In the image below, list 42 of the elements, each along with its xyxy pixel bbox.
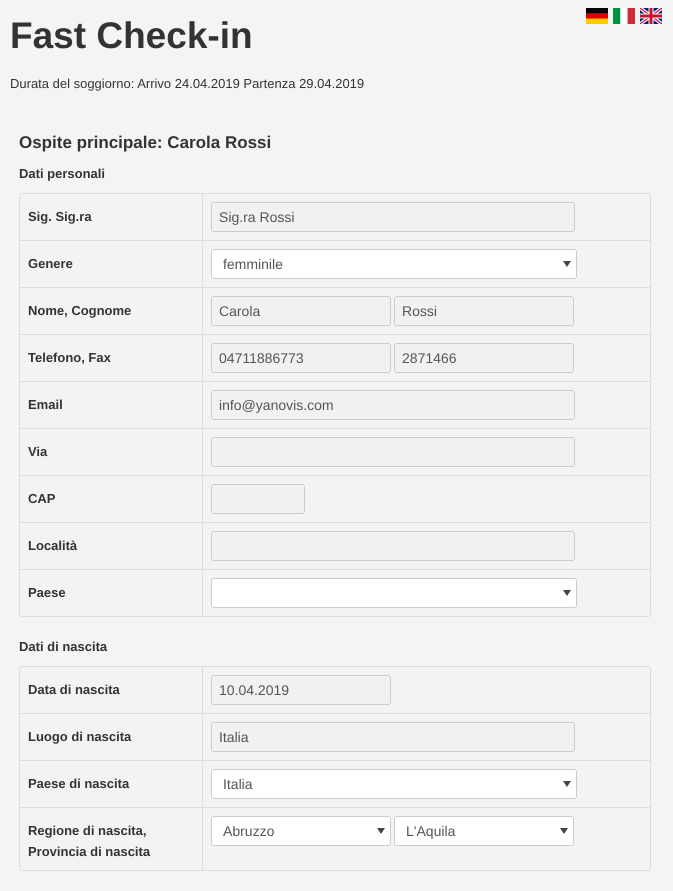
stay-dates: Durata del soggiorno: Arrivo 24.04.2019 Partenza 29.04.2019 — [10, 76, 366, 91]
field-label: CAP — [20, 476, 203, 522]
section-title: Dati di nascita — [19, 639, 108, 654]
dropdown[interactable]: Abruzzo — [211, 816, 391, 846]
dropdown[interactable]: femminile — [211, 249, 577, 279]
field-label: Nome, Cognome — [20, 288, 203, 334]
input-field[interactable]: Carola — [211, 296, 391, 326]
uk-flag-icon[interactable] — [640, 8, 662, 24]
input-field[interactable]: Rossi — [394, 296, 574, 326]
caret-icon — [560, 828, 568, 834]
input-field[interactable]: Sig.ra Rossi — [211, 202, 575, 232]
caret-icon — [563, 261, 571, 267]
input-field[interactable] — [211, 531, 575, 561]
field-label: Via — [20, 429, 203, 475]
field-label: Regione di nascita, Provincia di nascita — [20, 808, 203, 870]
input-field[interactable]: 04711886773 — [211, 343, 391, 373]
field-label: Paese — [20, 570, 203, 616]
field-label: Data di nascita — [20, 667, 203, 713]
german-flag-icon[interactable] — [586, 8, 608, 24]
input-field[interactable]: 10.04.2019 — [211, 675, 391, 705]
input-field[interactable] — [211, 437, 575, 467]
input-field[interactable]: Italia — [211, 722, 575, 752]
guest-heading: Ospite principale: Carola Rossi — [19, 133, 272, 153]
field-label: Genere — [20, 241, 203, 287]
caret-icon — [563, 781, 571, 787]
dropdown[interactable]: Italia — [211, 769, 577, 799]
field-label: Località — [20, 523, 203, 569]
field-label: Luogo di nascita — [20, 714, 203, 760]
page-title: Fast Check-in — [10, 14, 253, 58]
field-label: Telefono, Fax — [20, 335, 203, 381]
italian-flag-icon[interactable] — [613, 8, 635, 24]
field-label: Paese di nascita — [20, 761, 203, 807]
input-field[interactable] — [211, 484, 305, 514]
input-field[interactable]: 2871466 — [394, 343, 574, 373]
field-label: Email — [20, 382, 203, 428]
dropdown[interactable] — [211, 578, 577, 608]
input-field[interactable]: info@yanovis.com — [211, 390, 575, 420]
field-label: Sig. Sig.ra — [20, 194, 203, 240]
caret-icon — [563, 590, 571, 596]
caret-icon — [377, 828, 385, 834]
dropdown[interactable]: L'Aquila — [394, 816, 574, 846]
section-title: Dati personali — [19, 166, 106, 181]
